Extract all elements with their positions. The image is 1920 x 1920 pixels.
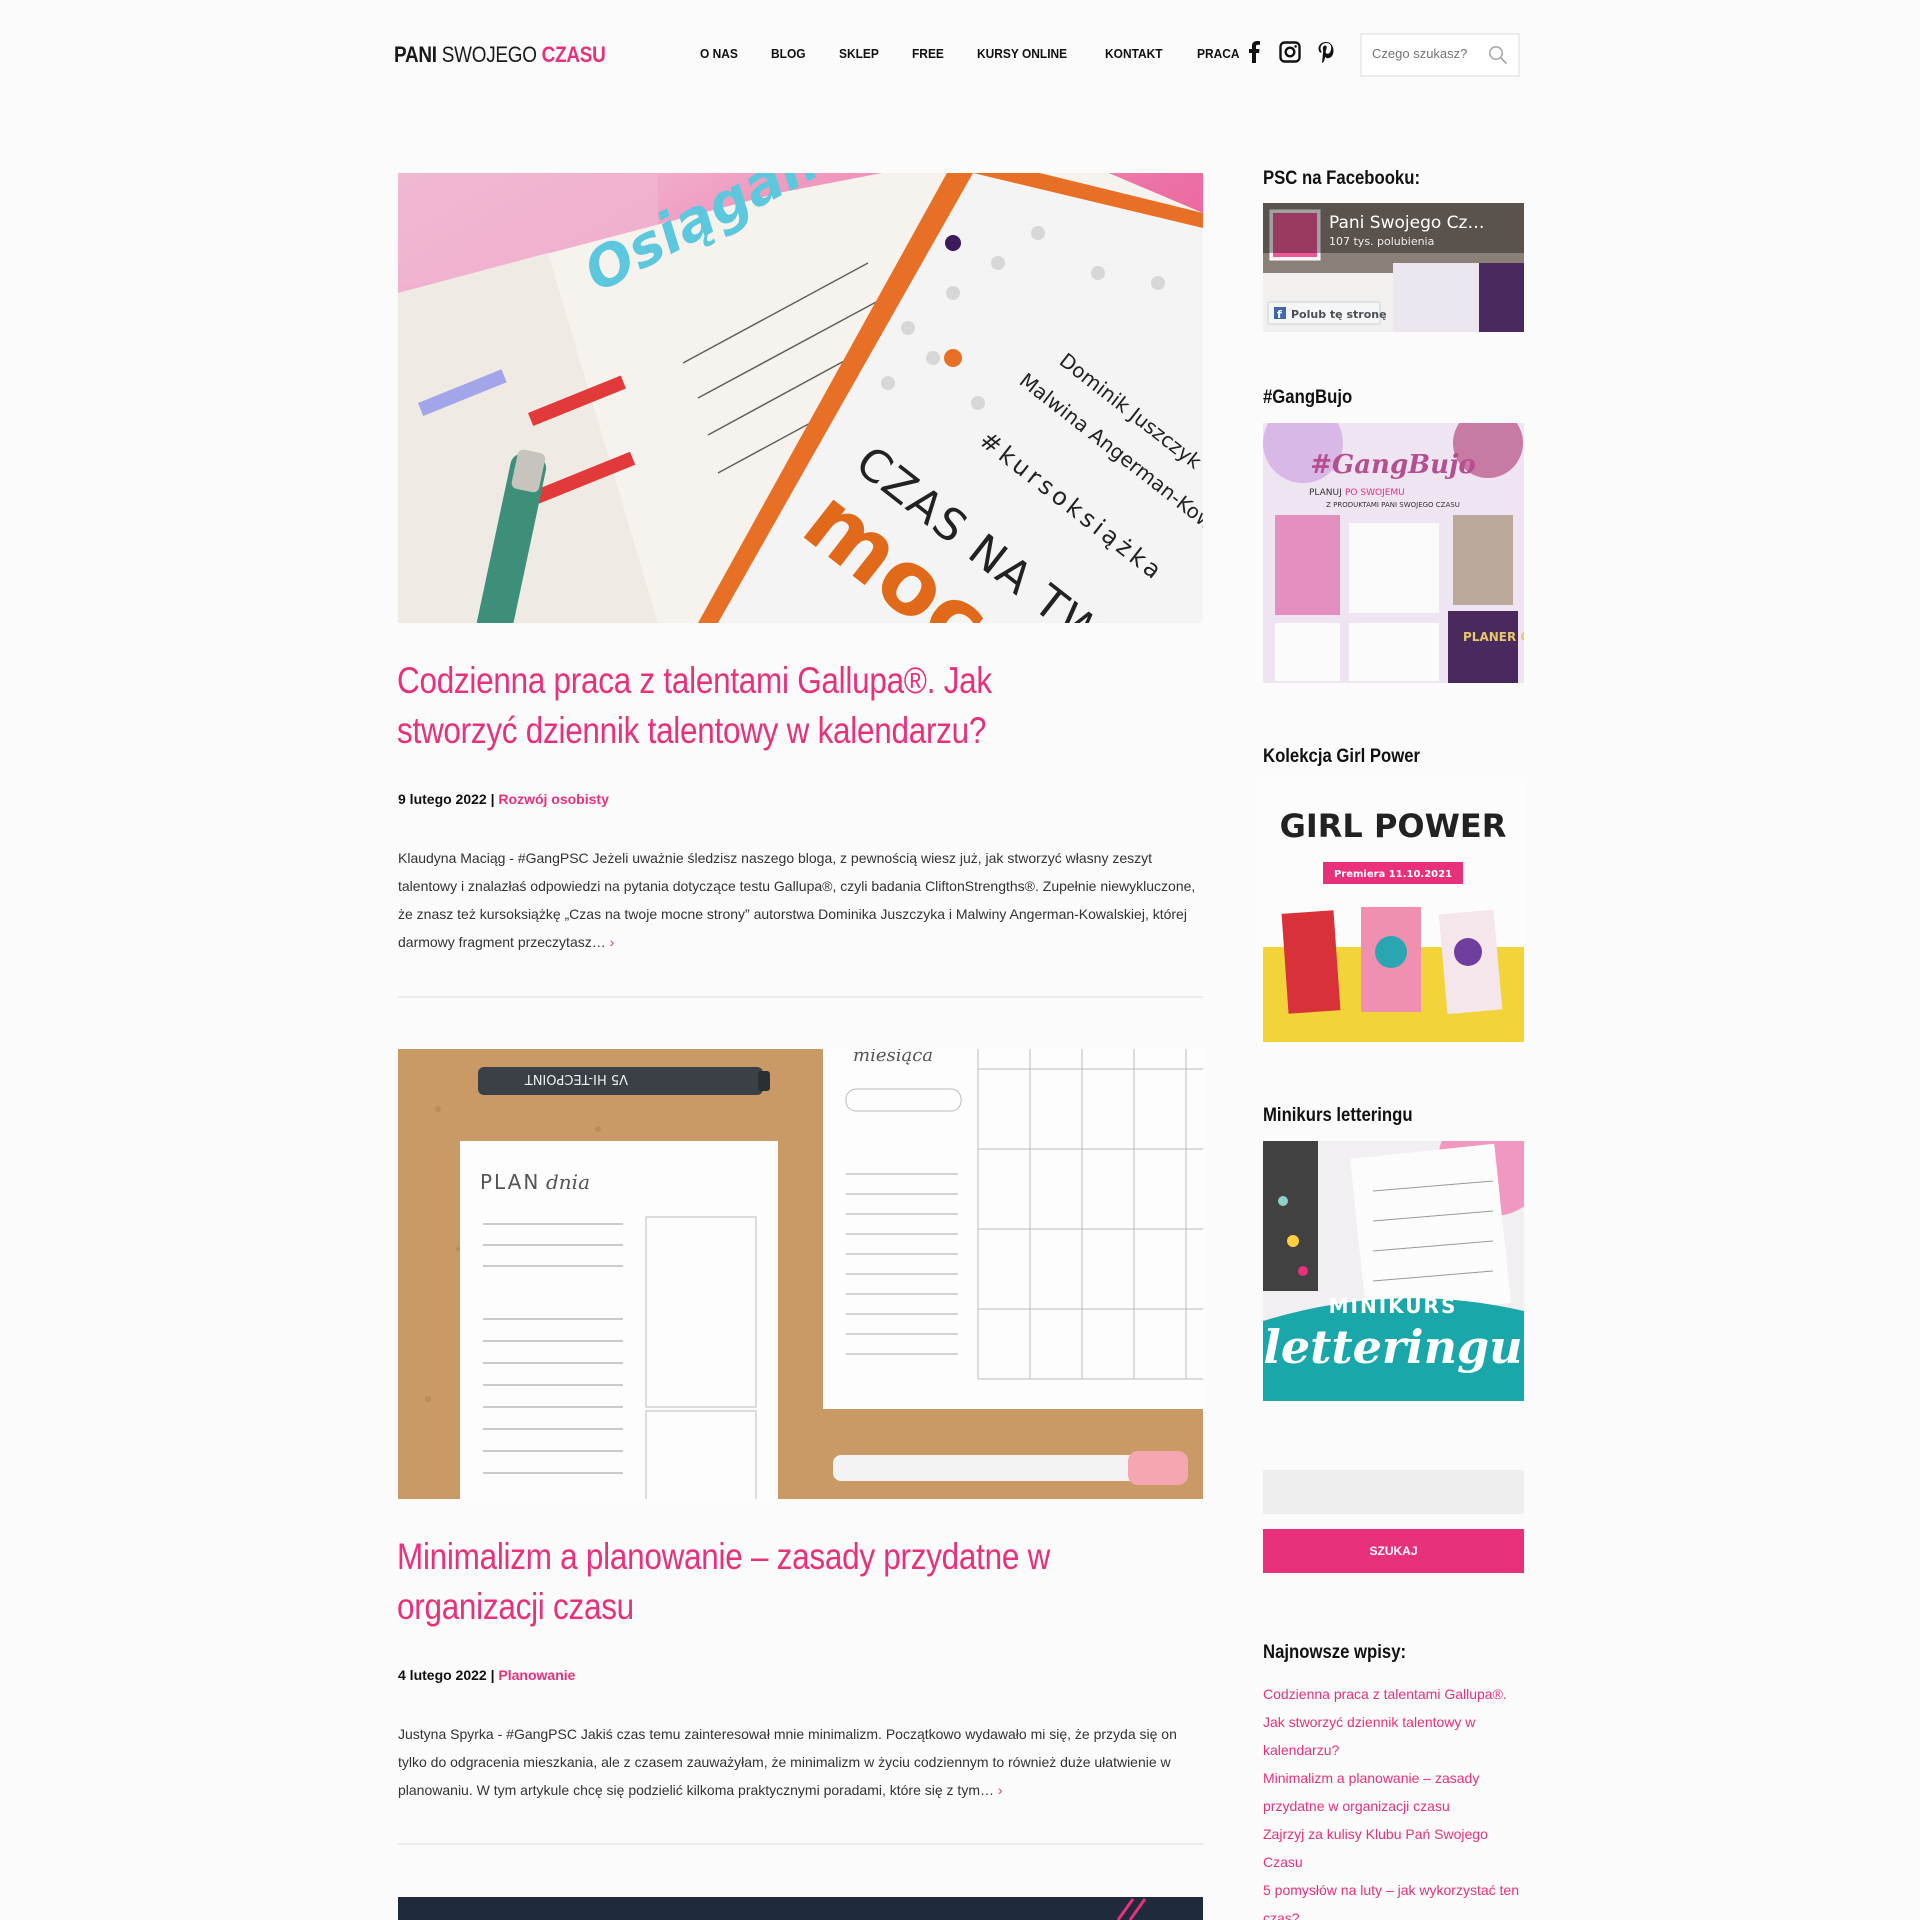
recent-post-link[interactable]: Minimalizm a planowanie – zasady przydat… (1263, 1764, 1523, 1820)
recent-posts-list: Codzienna praca z talentami Gallupa®. Ja… (1263, 1680, 1523, 1920)
post-1-date: 9 lutego 2022 (398, 791, 487, 807)
sidebar-search-button[interactable]: SZUKAJ (1263, 1529, 1524, 1573)
recent-posts-title: Najnowsze wpisy: (1263, 1642, 1407, 1663)
gangbujo-widget-title: #GangBujo (1263, 387, 1353, 408)
svg-text:Premiera 11.10.2021: Premiera 11.10.2021 (1334, 869, 1452, 880)
post-2-image[interactable]: V5 HI-TECPOINT PLAN dnia miesiąca (398, 1049, 1203, 1499)
sidebar-search-input[interactable] (1263, 1470, 1524, 1514)
header-search-input[interactable] (1372, 46, 1482, 61)
svg-text:GIRL POWER: GIRL POWER (1280, 807, 1507, 845)
post-2-category[interactable]: Planowanie (498, 1667, 575, 1683)
svg-text:#GangBujo: #GangBujo (1310, 450, 1476, 480)
header-search (1360, 33, 1520, 77)
svg-text:PLANUJ: PLANUJ (1309, 488, 1342, 498)
recent-post-link[interactable]: Codzienna praca z talentami Gallupa®. Ja… (1263, 1680, 1523, 1764)
meta-separator: | (490, 1667, 495, 1683)
svg-text:f: f (1277, 308, 1282, 321)
nav-kontakt[interactable]: KONTAKT (1105, 46, 1163, 61)
nav-free[interactable]: FREE (912, 46, 944, 61)
post-1-excerpt-text: Klaudyna Maciąg - #GangPSC Jeżeli uważni… (398, 850, 1196, 950)
svg-text:miesiąca: miesiąca (853, 1049, 933, 1066)
svg-text:Z PRODUKTAMI PANI SWOJEGO CZAS: Z PRODUKTAMI PANI SWOJEGO CZASU (1326, 501, 1460, 509)
svg-text:MINIKURS: MINIKURS (1329, 1294, 1458, 1318)
recent-post-link[interactable]: Zajrzyj za kulisy Klubu Pań Swojego Czas… (1263, 1820, 1523, 1876)
svg-text:letteringu: letteringu (1263, 1320, 1522, 1374)
nav-blog[interactable]: BLOG (771, 46, 806, 61)
svg-text:dnia: dnia (546, 1170, 590, 1194)
pinterest-icon[interactable] (1314, 40, 1338, 64)
post-1-title[interactable]: Codzienna praca z talentami Gallupa®. Ja… (397, 656, 1094, 756)
nav-o-nas[interactable]: O NAS (700, 46, 738, 61)
post-2-title[interactable]: Minimalizm a planowanie – zasady przydat… (397, 1532, 1094, 1632)
post-divider (398, 996, 1203, 998)
svg-text:V5 HI-TECPOINT: V5 HI-TECPOINT (525, 1071, 628, 1086)
post-1-category[interactable]: Rozwój osobisty (498, 791, 608, 807)
facebook-page-widget[interactable]: Pani Swojego Cz… 107 tys. polubienia f P… (1263, 203, 1524, 332)
instagram-icon[interactable] (1278, 40, 1302, 64)
svg-text:Pani Swojego Cz…: Pani Swojego Cz… (1329, 213, 1484, 233)
meta-separator: | (490, 791, 495, 807)
girlpower-widget-title: Kolekcja Girl Power (1263, 746, 1421, 767)
facebook-icon[interactable] (1242, 40, 1266, 64)
post-2-date: 4 lutego 2022 (398, 1667, 487, 1683)
svg-text:PLAN: PLAN (480, 1170, 540, 1194)
post-1-image[interactable]: Osiągam Dominik Juszczyk Malwina Angerma… (398, 173, 1203, 623)
social-links (1242, 40, 1338, 64)
post-2-meta: 4 lutego 2022 | Planowanie (398, 1667, 575, 1683)
search-icon[interactable] (1488, 45, 1508, 70)
post-2-excerpt: Justyna Spyrka - #GangPSC Jakiś czas tem… (398, 1720, 1198, 1804)
post-divider (398, 1843, 1203, 1845)
nav-praca[interactable]: PRACA (1197, 46, 1240, 61)
post-1-meta: 9 lutego 2022 | Rozwój osobisty (398, 791, 609, 807)
svg-text:107 tys. polubienia: 107 tys. polubienia (1329, 235, 1434, 248)
read-more-link[interactable]: › (610, 934, 615, 950)
lettering-widget-title: Minikurs letteringu (1263, 1105, 1413, 1126)
lettering-banner[interactable]: MINIKURS letteringu (1263, 1141, 1524, 1401)
gangbujo-banner[interactable]: #GangBujo PLANUJ PO SWOJEMU Z PRODUKTAMI… (1263, 423, 1524, 683)
svg-text:PO SWOJEMU: PO SWOJEMU (1345, 488, 1405, 498)
post-1-excerpt: Klaudyna Maciąg - #GangPSC Jeżeli uważni… (398, 844, 1198, 956)
facebook-widget-title: PSC na Facebooku: (1263, 168, 1421, 189)
read-more-link[interactable]: › (998, 1782, 1003, 1798)
site-header: PANI SWOJEGO CZASU O NAS BLOG SKLEP FREE… (0, 0, 1920, 110)
girlpower-banner[interactable]: GIRL POWER Premiera 11.10.2021 (1263, 782, 1524, 1042)
svg-text:Polub tę stronę: Polub tę stronę (1291, 308, 1387, 321)
nav-sklep[interactable]: SKLEP (839, 46, 879, 61)
post-3-image[interactable] (398, 1897, 1203, 1920)
site-logo[interactable]: PANI SWOJEGO CZASU (394, 42, 606, 68)
main-nav: O NAS BLOG SKLEP FREE KURSY ONLINE KONTA… (700, 46, 1274, 61)
recent-post-link[interactable]: 5 pomysłów na luty – jak wykorzystać ten… (1263, 1876, 1523, 1920)
post-2-excerpt-text: Justyna Spyrka - #GangPSC Jakiś czas tem… (398, 1726, 1177, 1798)
svg-text:PLANER CZASU: PLANER CZASU (1463, 630, 1524, 644)
nav-kursy-online[interactable]: KURSY ONLINE (977, 46, 1067, 61)
